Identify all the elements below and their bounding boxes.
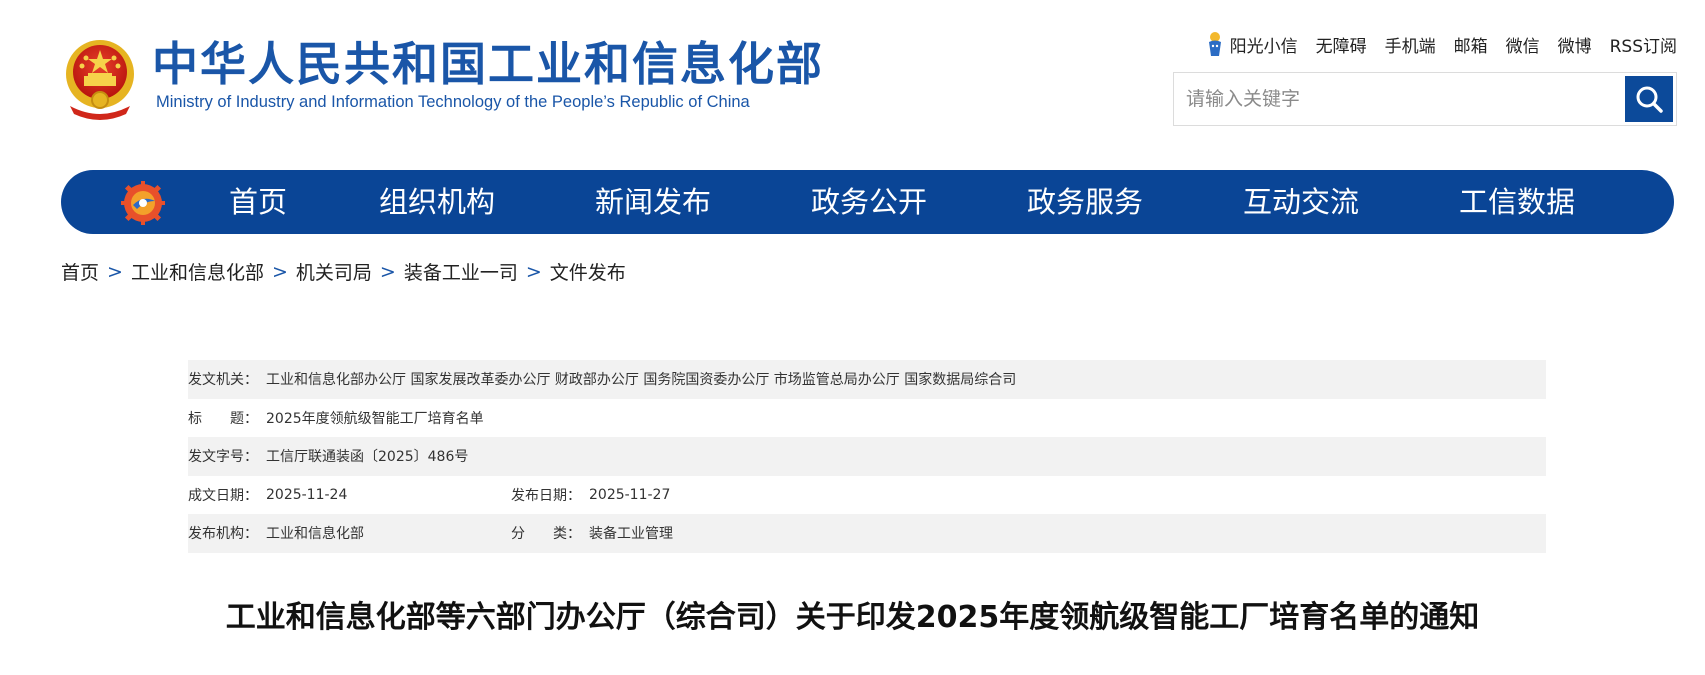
nav-organization[interactable]: 组织机构 <box>379 170 495 234</box>
link-accessibility[interactable]: 无障碍 <box>1316 32 1367 57</box>
nav-news[interactable]: 新闻发布 <box>595 170 711 234</box>
info-row-dates: 成文日期： 2025-11-24 发布日期： 2025-11-27 <box>188 476 1546 515</box>
org-cell: 发布机构： 工业和信息化部 <box>188 523 511 543</box>
nav-data[interactable]: 工信数据 <box>1459 170 1575 234</box>
link-sunshine-xiaoxin[interactable]: 阳光小信 <box>1230 32 1298 57</box>
created-value: 2025-11-24 <box>266 486 348 503</box>
nav-interaction[interactable]: 互动交流 <box>1243 170 1359 234</box>
published-value: 2025-11-27 <box>589 486 671 503</box>
site-brand-cn: 中华人民共和国工业和信息化部 <box>152 37 824 91</box>
search-icon <box>1636 86 1663 113</box>
breadcrumb-home[interactable]: 首页 <box>61 258 99 285</box>
issuer-value: 工业和信息化部办公厅 国家发展改革委办公厅 财政部办公厅 国务院国资委办公厅 市… <box>266 372 1017 389</box>
breadcrumb-documents[interactable]: 文件发布 <box>550 258 626 285</box>
link-mailbox[interactable]: 邮箱 <box>1454 32 1488 57</box>
org-label: 发布机构： <box>188 526 258 543</box>
breadcrumb-equipment-dept-1[interactable]: 装备工业一司 <box>404 258 518 285</box>
search-input[interactable] <box>1174 73 1614 125</box>
document-title: 工业和信息化部等六部门办公厅（综合司）关于印发2025年度领航级智能工厂培育名单… <box>225 600 1480 635</box>
site-brand-en: Ministry of Industry and Information Tec… <box>156 93 750 111</box>
search-button[interactable] <box>1625 76 1673 122</box>
info-row-title: 标 题： 2025年度领航级智能工厂培育名单 <box>188 399 1546 438</box>
top-links: 阳光小信 无障碍 手机端 邮箱 微信 微博 RSS订阅 <box>1206 30 1677 58</box>
breadcrumb-miit[interactable]: 工业和信息化部 <box>131 258 264 285</box>
docno-label: 发文字号： <box>188 449 258 466</box>
info-row-docno: 发文字号： 工信厅联通装函〔2025〕486号 <box>188 437 1546 476</box>
link-weibo[interactable]: 微博 <box>1558 32 1592 57</box>
info-row-issuer: 发文机关： 工业和信息化部办公厅 国家发展改革委办公厅 财政部办公厅 国务院国资… <box>188 360 1546 399</box>
category-label: 分 类： <box>511 526 581 543</box>
breadcrumb: 首页 > 工业和信息化部 > 机关司局 > 装备工业一司 > 文件发布 <box>61 258 626 285</box>
category-value: 装备工业管理 <box>589 526 673 543</box>
published-cell: 发布日期： 2025-11-27 <box>511 485 670 505</box>
org-value: 工业和信息化部 <box>266 526 364 543</box>
nav-gov-services[interactable]: 政务服务 <box>1027 170 1143 234</box>
published-label: 发布日期： <box>511 487 581 504</box>
created-cell: 成文日期： 2025-11-24 <box>188 485 511 505</box>
mascot-icon <box>1208 32 1221 56</box>
national-emblem-icon <box>60 36 140 120</box>
breadcrumb-separator: > <box>271 260 288 283</box>
issuer-label: 发文机关： <box>188 372 258 389</box>
sunshine-link[interactable]: 阳光小信 <box>1206 30 1298 58</box>
info-row-org: 发布机构： 工业和信息化部 分 类： 装备工业管理 <box>188 514 1546 553</box>
nav-gov-affairs[interactable]: 政务公开 <box>811 170 927 234</box>
breadcrumb-separator: > <box>107 260 123 283</box>
link-mobile[interactable]: 手机端 <box>1385 32 1436 57</box>
link-wechat[interactable]: 微信 <box>1506 32 1540 57</box>
breadcrumb-separator: > <box>525 260 542 283</box>
docno-value: 工信厅联通装函〔2025〕486号 <box>266 449 469 466</box>
title-value: 2025年度领航级智能工厂培育名单 <box>266 410 484 427</box>
category-cell: 分 类： 装备工业管理 <box>511 523 673 543</box>
created-label: 成文日期： <box>188 487 258 504</box>
breadcrumb-departments[interactable]: 机关司局 <box>296 258 372 285</box>
breadcrumb-separator: > <box>379 260 396 283</box>
link-rss[interactable]: RSS订阅 <box>1610 32 1677 57</box>
search-box <box>1173 72 1677 126</box>
main-nav: 首页 组织机构 新闻发布 政务公开 政务服务 互动交流 工信数据 <box>61 170 1674 234</box>
nav-home[interactable]: 首页 <box>229 170 287 234</box>
document-info-table: 发文机关： 工业和信息化部办公厅 国家发展改革委办公厅 财政部办公厅 国务院国资… <box>188 360 1546 553</box>
title-label: 标 题： <box>188 410 258 427</box>
miit-gear-logo-icon <box>121 181 165 225</box>
